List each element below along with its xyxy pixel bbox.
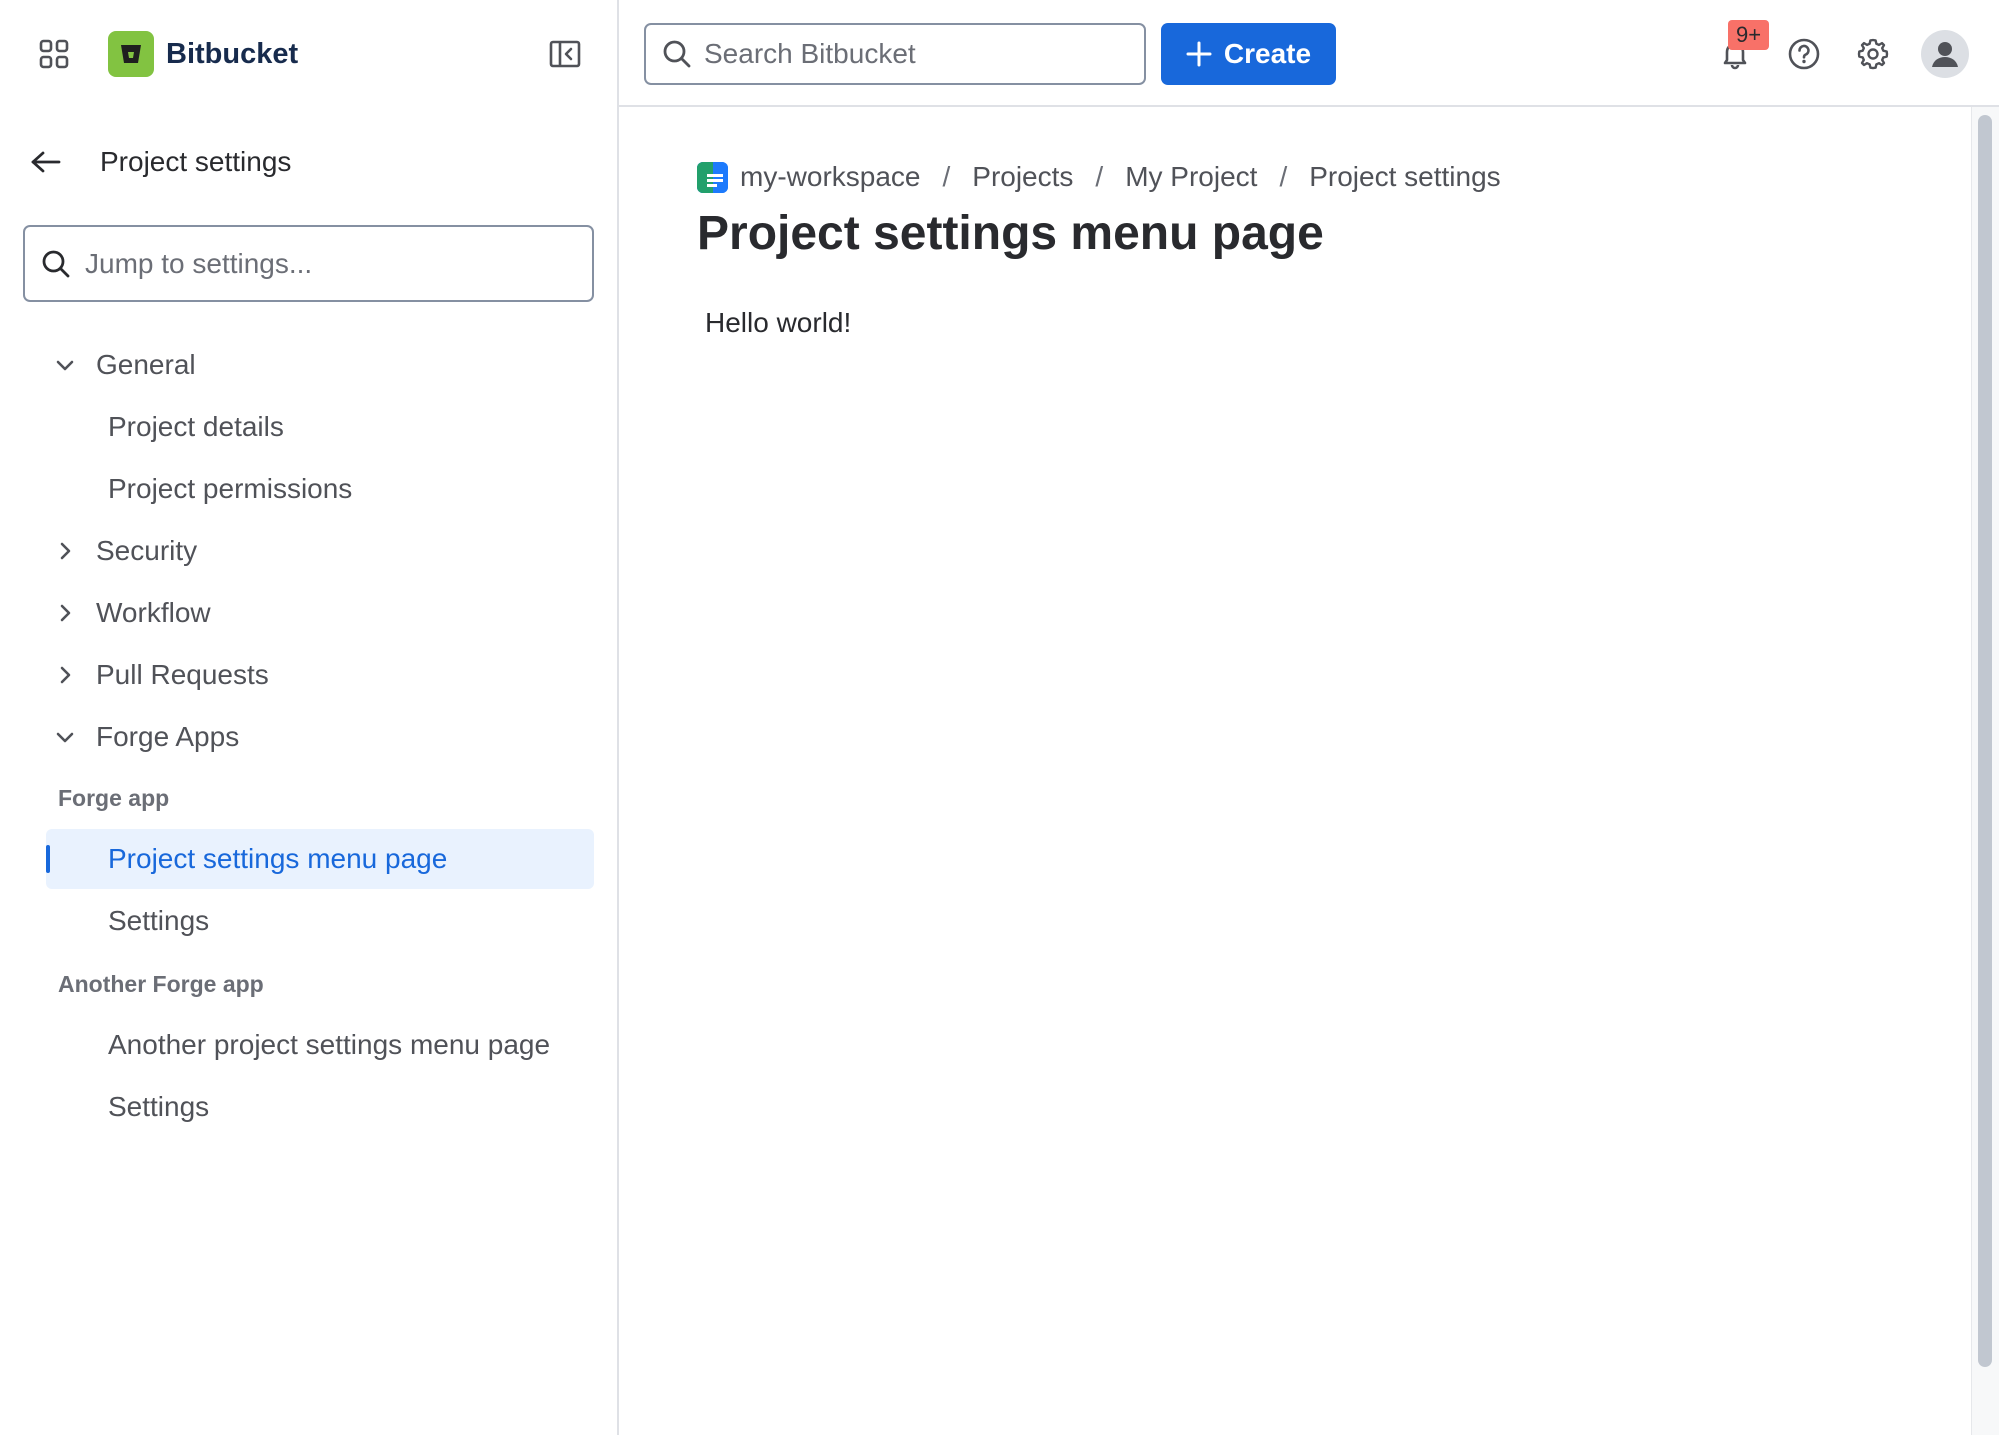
help-button[interactable] bbox=[1781, 31, 1827, 77]
project-avatar-icon bbox=[697, 161, 728, 193]
nav-item-label: Settings bbox=[108, 1091, 210, 1122]
sidebar: Bitbucket Project settings Jump to setti… bbox=[0, 0, 619, 1435]
nav-item-project-permissions[interactable]: Project permissions bbox=[46, 459, 594, 519]
nav-item-label: Project details bbox=[108, 411, 284, 442]
plus-icon bbox=[1186, 41, 1212, 67]
help-icon bbox=[1788, 38, 1820, 70]
chevron-down-icon bbox=[46, 725, 84, 749]
breadcrumb-projects[interactable]: Projects bbox=[972, 161, 1073, 193]
nav-section-general[interactable]: General bbox=[46, 335, 594, 395]
product-name[interactable]: Bitbucket bbox=[166, 36, 298, 72]
notification-badge: 9+ bbox=[1728, 20, 1770, 50]
nav-item-another-forge-app-settings[interactable]: Settings bbox=[46, 1077, 594, 1137]
main-scrollbar[interactable] bbox=[1971, 107, 1999, 1435]
page-body-text: Hello world! bbox=[705, 307, 852, 338]
nav-item-project-details[interactable]: Project details bbox=[46, 397, 594, 457]
app-root: Bitbucket Project settings Jump to setti… bbox=[0, 0, 1999, 1435]
breadcrumb: my-workspace / Projects / My Project / P… bbox=[697, 159, 1501, 195]
create-button[interactable]: Create bbox=[1161, 23, 1336, 85]
breadcrumb-separator: / bbox=[1095, 161, 1104, 192]
sidebar-header: Bitbucket bbox=[0, 0, 617, 107]
create-button-label: Create bbox=[1223, 38, 1312, 69]
avatar[interactable] bbox=[1921, 30, 1969, 78]
nav-group-forge-app: Forge app bbox=[58, 785, 170, 811]
chevron-right-icon bbox=[46, 539, 84, 563]
sidebar-collapse-icon bbox=[549, 40, 581, 68]
nav-item-label: Settings bbox=[108, 905, 210, 936]
nav-section-pull-requests[interactable]: Pull Requests bbox=[46, 645, 594, 705]
chevron-right-icon bbox=[46, 663, 84, 687]
global-search-field[interactable] bbox=[644, 23, 1146, 85]
back-button[interactable] bbox=[30, 140, 78, 184]
breadcrumb-workspace[interactable]: my-workspace bbox=[740, 161, 920, 193]
nav-section-security[interactable]: Security bbox=[46, 521, 594, 581]
nav-section-label: Forge Apps bbox=[96, 721, 240, 752]
app-switcher-button[interactable] bbox=[33, 33, 75, 75]
nav-item-project-settings-menu-page[interactable]: Project settings menu page bbox=[46, 829, 594, 889]
page-title: Project settings menu page bbox=[697, 207, 1324, 260]
nav-item-another-project-settings-menu-page[interactable]: Another project settings menu page bbox=[46, 1015, 594, 1075]
breadcrumb-project[interactable]: My Project bbox=[1125, 161, 1257, 193]
global-search-input[interactable] bbox=[704, 38, 1124, 70]
search-icon bbox=[42, 250, 70, 277]
nav-item-label: Project permissions bbox=[108, 473, 353, 504]
person-icon bbox=[1932, 42, 1958, 67]
nav-section-label: Security bbox=[96, 535, 198, 566]
nav-section-label: General bbox=[96, 349, 196, 380]
nav-group-another-forge-app: Another Forge app bbox=[58, 971, 264, 997]
breadcrumb-separator: / bbox=[942, 161, 951, 192]
top-navigation: Create 9+ bbox=[619, 0, 1999, 107]
chevron-down-icon bbox=[46, 353, 84, 377]
main-content: my-workspace / Projects / My Project / P… bbox=[619, 107, 1971, 1435]
nav-section-label: Pull Requests bbox=[96, 659, 269, 690]
breadcrumb-separator: / bbox=[1279, 161, 1288, 192]
nav-item-forge-app-settings[interactable]: Settings bbox=[46, 891, 594, 951]
sidebar-title: Project settings bbox=[100, 146, 292, 177]
chevron-right-icon bbox=[46, 601, 84, 625]
back-row: Project settings bbox=[30, 140, 291, 184]
settings-button[interactable] bbox=[1850, 31, 1896, 77]
breadcrumb-project-settings[interactable]: Project settings bbox=[1309, 161, 1500, 193]
selected-indicator bbox=[46, 845, 50, 873]
nav-item-label: Another project settings menu page bbox=[108, 1029, 551, 1060]
jump-to-settings-field[interactable] bbox=[23, 225, 594, 302]
app-switcher-icon bbox=[39, 39, 69, 69]
scrollbar-thumb[interactable] bbox=[1978, 115, 1992, 1367]
arrow-left-icon bbox=[31, 151, 61, 173]
search-icon bbox=[663, 40, 691, 68]
nav-item-label: Project settings menu page bbox=[108, 843, 448, 874]
nav-section-forge-apps[interactable]: Forge Apps bbox=[46, 707, 594, 767]
nav-section-label: Workflow bbox=[96, 597, 211, 628]
gear-icon bbox=[1857, 38, 1889, 70]
nav-section-workflow[interactable]: Workflow bbox=[46, 583, 594, 643]
collapse-sidebar-button[interactable] bbox=[544, 36, 586, 72]
jump-to-settings-input[interactable] bbox=[85, 247, 565, 280]
bitbucket-logo-icon[interactable] bbox=[108, 31, 154, 77]
